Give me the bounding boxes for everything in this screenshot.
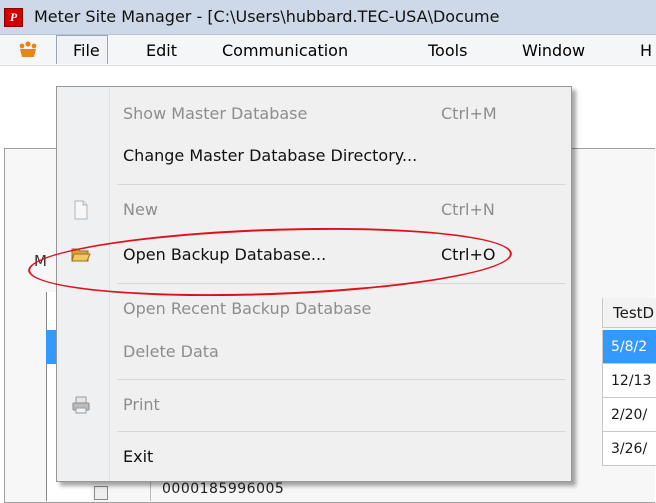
menu-window[interactable]: Window	[522, 41, 585, 60]
crown-logo-icon[interactable]	[18, 40, 38, 60]
menu-item-change-master-directory[interactable]: Change Master Database Directory...	[57, 139, 571, 173]
menu-item-shortcut: Ctrl+O	[441, 245, 496, 264]
menu-item-shortcut: Ctrl+M	[441, 104, 497, 123]
menu-separator	[117, 184, 565, 185]
menu-item-label: Open Recent Backup Database	[123, 299, 372, 318]
menu-communication[interactable]: Communication	[222, 41, 348, 60]
menu-item-shortcut: Ctrl+N	[441, 200, 495, 219]
menu-tools[interactable]: Tools	[428, 41, 467, 60]
menu-edit[interactable]: Edit	[146, 41, 177, 60]
panel-label: M	[34, 252, 47, 270]
grid-cell[interactable]: 12/13	[602, 364, 656, 398]
printer-icon	[72, 396, 90, 414]
menu-item-label: Change Master Database Directory...	[123, 146, 418, 165]
menu-item-label: Show Master Database	[123, 104, 308, 123]
menu-help[interactable]: H	[640, 41, 652, 60]
menu-item-exit[interactable]: Exit	[57, 440, 571, 474]
menu-item-label: Delete Data	[123, 342, 219, 361]
grid-cell[interactable]: 3/26/	[602, 432, 656, 466]
menu-item-show-master-database[interactable]: Show Master Database Ctrl+M	[57, 97, 571, 131]
menu-item-open-recent-backup[interactable]: Open Recent Backup Database	[57, 292, 571, 326]
menu-item-print[interactable]: Print	[57, 388, 571, 422]
menu-item-new[interactable]: New Ctrl+N	[57, 193, 571, 227]
row-checkbox[interactable]	[94, 486, 108, 500]
file-menu-dropdown: Show Master Database Ctrl+M Change Maste…	[56, 86, 572, 482]
grid-cell[interactable]: 5/8/2	[602, 330, 656, 364]
menu-item-label: New	[123, 200, 158, 219]
menu-item-label: Print	[123, 395, 160, 414]
window-title: Meter Site Manager - [C:\Users\hubbard.T…	[34, 7, 500, 26]
menu-item-label: Open Backup Database...	[123, 245, 327, 264]
menu-item-open-backup-database[interactable]: Open Backup Database... Ctrl+O	[57, 238, 571, 272]
menu-item-label: Exit	[123, 447, 154, 466]
grid-column-header-testdate[interactable]: TestD	[602, 298, 656, 328]
grid-cell-serial[interactable]: 0000185996005	[162, 481, 284, 501]
open-folder-icon	[71, 248, 91, 262]
new-document-icon	[74, 200, 88, 220]
menu-file[interactable]: File	[56, 35, 108, 64]
menu-separator	[117, 431, 565, 432]
menu-item-delete-data[interactable]: Delete Data	[57, 335, 571, 369]
grid-cell[interactable]: 2/20/	[602, 398, 656, 432]
menu-separator	[117, 379, 565, 380]
title-bar: P Meter Site Manager - [C:\Users\hubbard…	[0, 0, 656, 35]
menu-separator	[117, 283, 565, 284]
app-icon: P	[4, 8, 23, 27]
